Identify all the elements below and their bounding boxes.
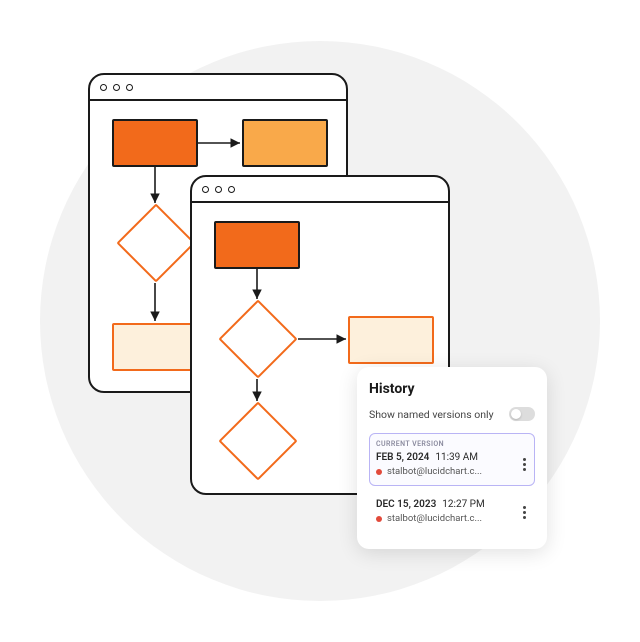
version-card-current[interactable]: CURRENT VERSION FEB 5, 2024 11:39 AM sta…: [369, 433, 535, 486]
decision-node: [218, 401, 297, 480]
named-versions-toggle-row: Show named versions only: [369, 407, 535, 421]
user-dot-icon: [376, 516, 382, 522]
process-node: [112, 119, 198, 167]
window-button-icon: [126, 84, 133, 91]
window-titlebar: [90, 75, 346, 101]
history-title: History: [369, 381, 535, 397]
window-button-icon: [100, 84, 107, 91]
version-user: stalbot@lucidchart.c...: [387, 466, 482, 477]
version-time: 12:27 PM: [442, 499, 484, 510]
version-time: 11:39 AM: [435, 452, 478, 463]
window-button-icon: [228, 186, 235, 193]
window-titlebar: [192, 177, 448, 203]
window-button-icon: [113, 84, 120, 91]
process-node: [214, 221, 300, 269]
decision-node: [218, 299, 297, 378]
process-node: [348, 316, 434, 364]
toggle-label: Show named versions only: [369, 408, 494, 421]
version-menu-button[interactable]: [518, 456, 530, 474]
decision-node: [116, 203, 195, 282]
version-date: FEB 5, 2024: [376, 452, 429, 463]
window-button-icon: [202, 186, 209, 193]
version-user: stalbot@lucidchart.c...: [387, 513, 482, 524]
history-panel: History Show named versions only CURRENT…: [357, 367, 547, 549]
process-node: [242, 119, 328, 167]
process-node: [112, 323, 198, 371]
version-date: DEC 15, 2023: [376, 499, 436, 510]
current-version-badge: CURRENT VERSION: [376, 440, 528, 448]
version-menu-button[interactable]: [518, 504, 530, 522]
window-button-icon: [215, 186, 222, 193]
user-dot-icon: [376, 469, 382, 475]
named-versions-toggle[interactable]: [509, 407, 535, 421]
version-card[interactable]: DEC 15, 2023 12:27 PM stalbot@lucidchart…: [369, 492, 535, 533]
